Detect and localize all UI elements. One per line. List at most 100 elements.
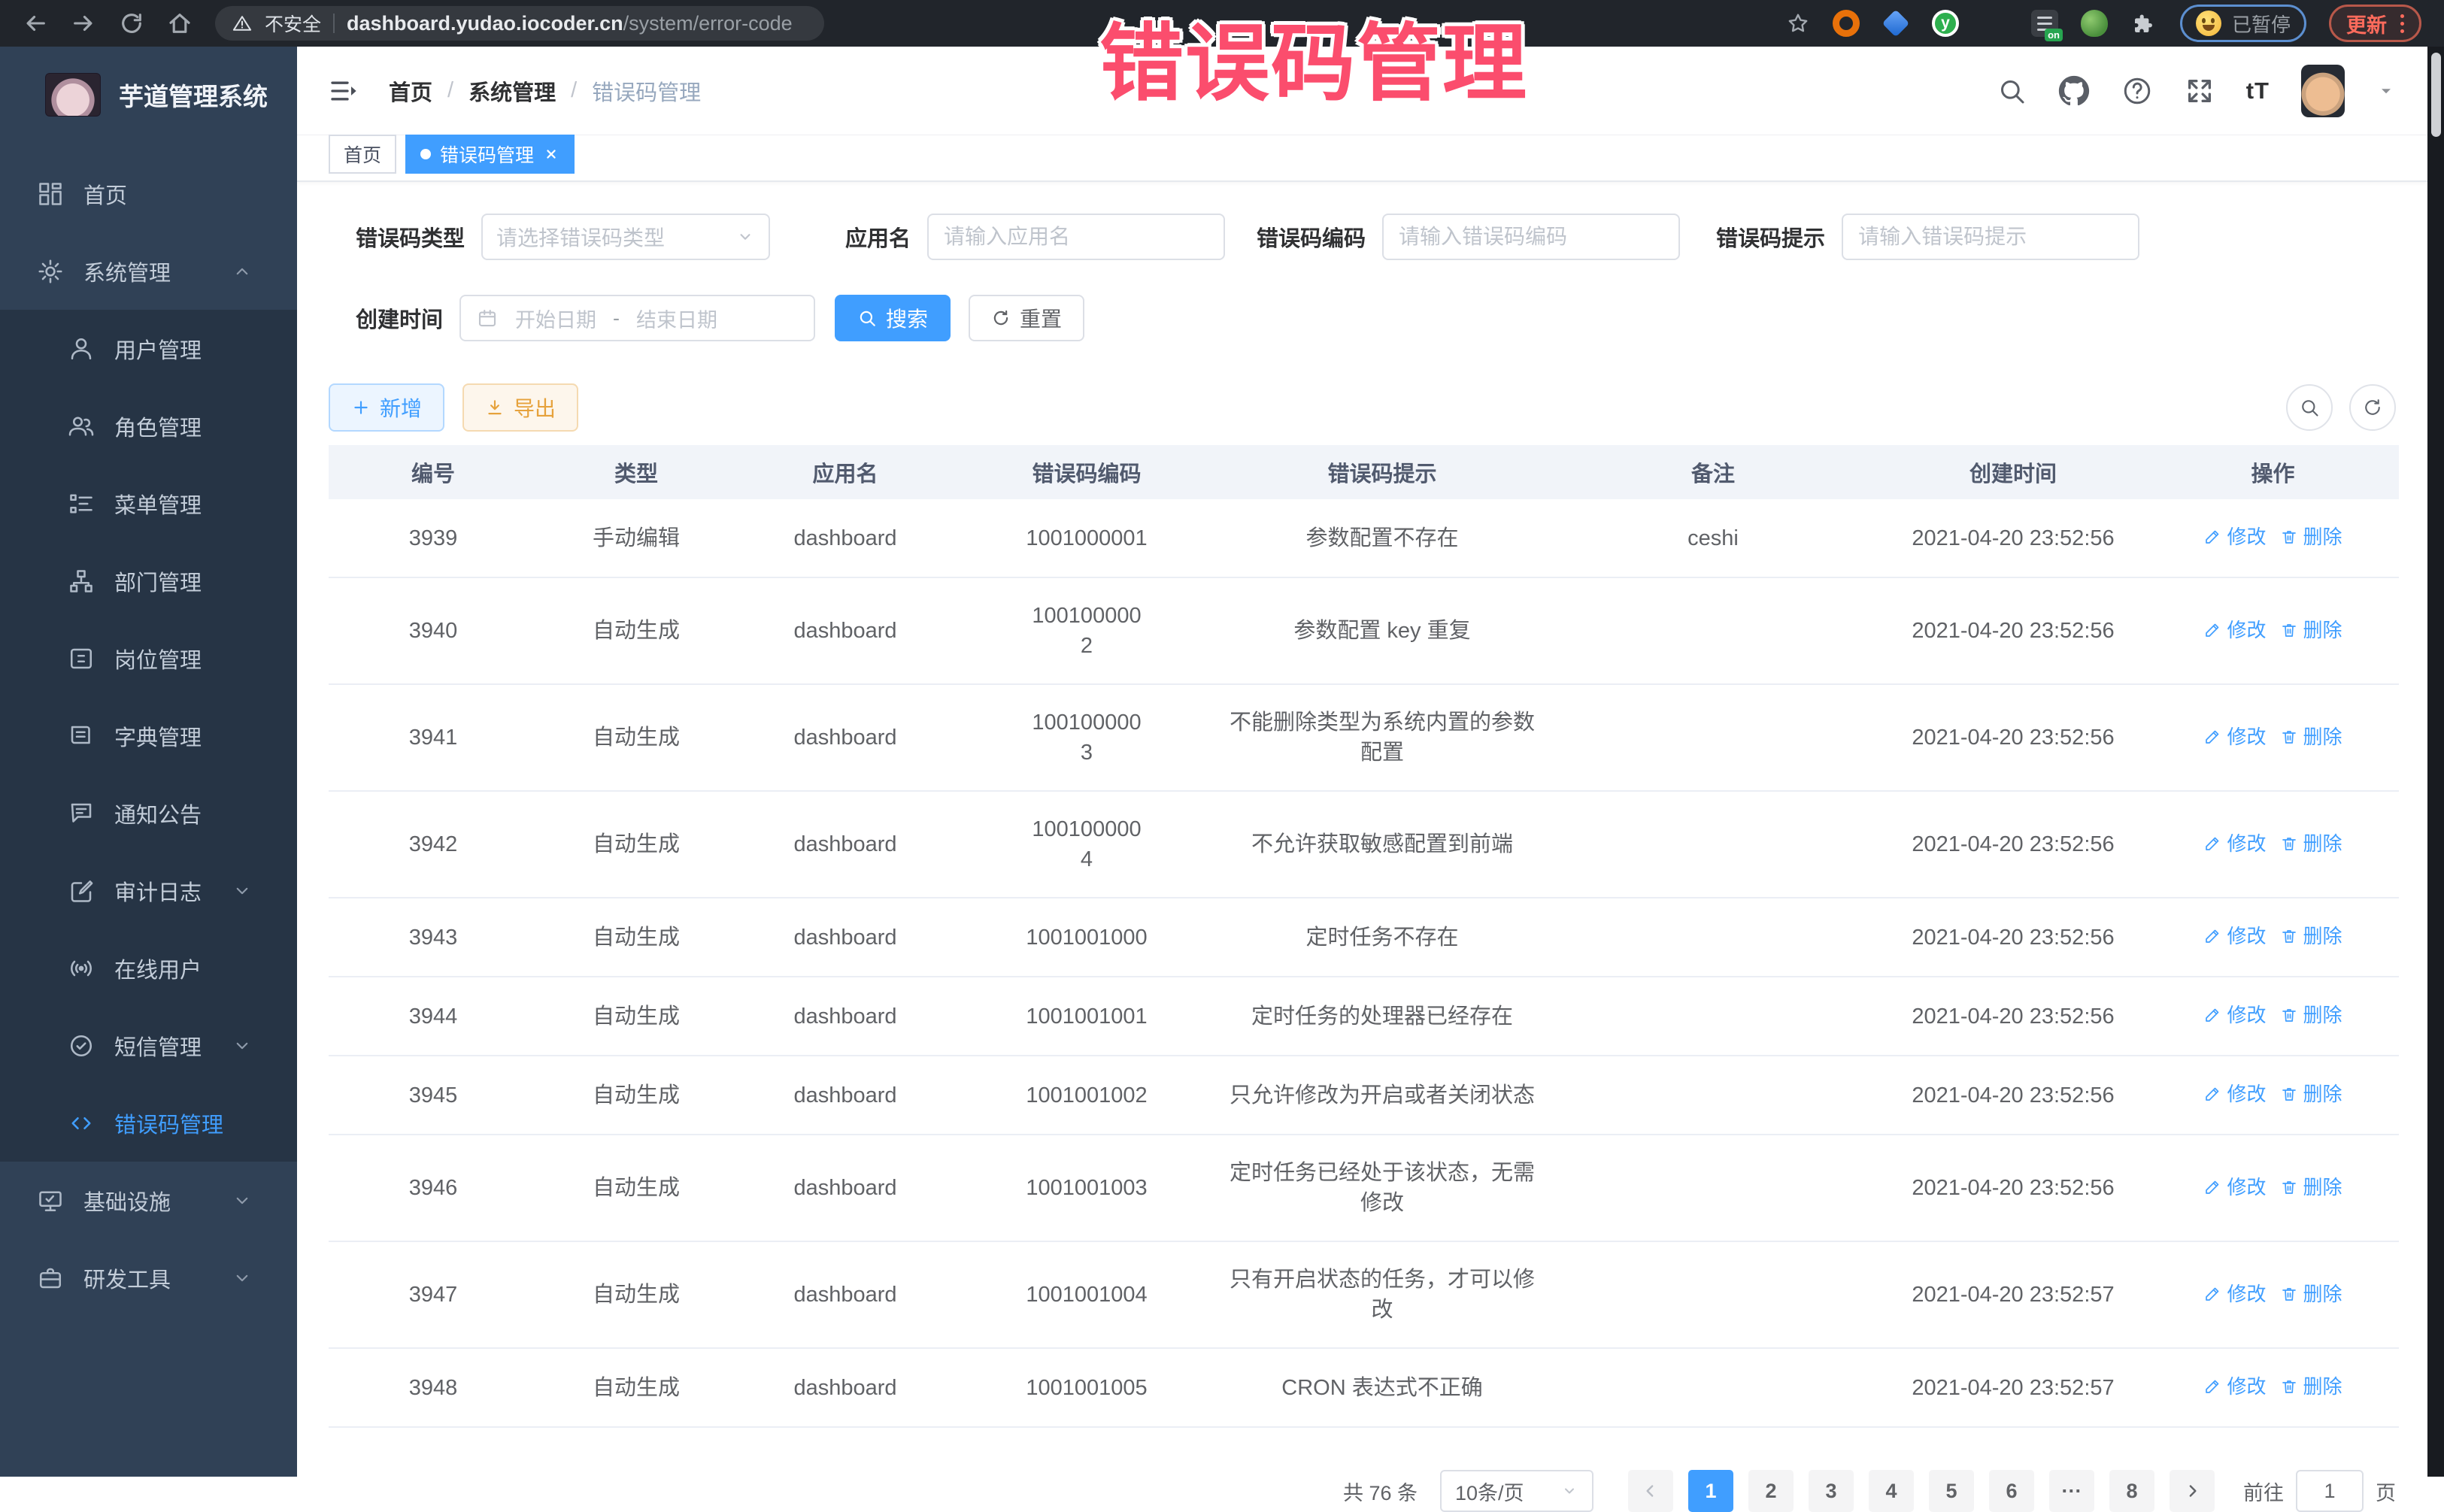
- sidebar-item-post[interactable]: 岗位管理: [0, 620, 297, 697]
- hamburger-icon[interactable]: [329, 76, 359, 106]
- font-size-icon[interactable]: tT: [2246, 77, 2270, 105]
- delete-link[interactable]: 删除: [2280, 615, 2342, 645]
- close-tab-icon[interactable]: [543, 146, 559, 162]
- sidebar-item-error-code[interactable]: 错误码管理: [0, 1084, 297, 1162]
- caret-down-icon[interactable]: [2376, 81, 2396, 101]
- github-icon[interactable]: [2058, 75, 2090, 107]
- page-button-2[interactable]: 2: [1748, 1470, 1794, 1512]
- cell-time: 2021-04-20 23:52:56: [1879, 1135, 2147, 1241]
- edit-link[interactable]: 修改: [2203, 921, 2266, 951]
- breadcrumb-home[interactable]: 首页: [389, 75, 432, 107]
- page-url[interactable]: dashboard.yudao.iocoder.cn/system/error-…: [347, 12, 793, 35]
- sidebar-item-notice[interactable]: 通知公告: [0, 774, 297, 852]
- sidebar-item-dept[interactable]: 部门管理: [0, 542, 297, 620]
- extension-spy-icon[interactable]: [2081, 10, 2108, 37]
- edit-link[interactable]: 修改: [2203, 1079, 2266, 1109]
- page-button-5[interactable]: 5: [1929, 1470, 1974, 1512]
- sidebar-item-online-user[interactable]: 在线用户: [0, 929, 297, 1007]
- page-size-select[interactable]: 10条/页: [1440, 1470, 1593, 1512]
- more-pages-button[interactable]: ···: [2049, 1470, 2094, 1512]
- extension-tampermonkey-icon[interactable]: on: [2031, 10, 2058, 37]
- sidebar-item-user[interactable]: 用户管理: [0, 310, 297, 387]
- sidebar-item-home[interactable]: 首页: [0, 155, 297, 232]
- reload-icon[interactable]: [119, 11, 144, 36]
- security-label[interactable]: 不安全: [265, 10, 321, 37]
- home-icon[interactable]: [167, 11, 193, 36]
- page-button-6[interactable]: 6: [1989, 1470, 2034, 1512]
- page-button-1[interactable]: 1: [1688, 1470, 1733, 1512]
- delete-link[interactable]: 删除: [2280, 1279, 2342, 1309]
- delete-link[interactable]: 删除: [2280, 722, 2342, 752]
- extension-grid-icon[interactable]: [1982, 10, 2009, 37]
- table-refresh-button[interactable]: [2349, 384, 2396, 431]
- trash-icon: [2280, 1006, 2298, 1024]
- error-code-type-select[interactable]: 请选择错误码类型: [481, 214, 770, 260]
- sidebar-item-menu[interactable]: 菜单管理: [0, 465, 297, 542]
- chevron-up-icon: [231, 260, 253, 283]
- sidebar-item-sms[interactable]: 短信管理: [0, 1007, 297, 1084]
- sidebar-item-audit-log[interactable]: 审计日志: [0, 852, 297, 929]
- tab-error-code[interactable]: 错误码管理: [405, 135, 575, 174]
- next-page-button[interactable]: [2170, 1470, 2215, 1512]
- breadcrumb-system[interactable]: 系统管理: [468, 75, 556, 107]
- app-logo-row[interactable]: 芋道管理系统: [0, 47, 297, 143]
- sidebar-item-infra[interactable]: 基础设施: [0, 1162, 297, 1239]
- delete-link[interactable]: 删除: [2280, 1000, 2342, 1030]
- page-button-8[interactable]: 8: [2109, 1470, 2154, 1512]
- sidebar-item-role[interactable]: 角色管理: [0, 387, 297, 465]
- delete-link[interactable]: 删除: [2280, 921, 2342, 951]
- sidebar-item-dict[interactable]: 字典管理: [0, 697, 297, 774]
- forward-icon[interactable]: [71, 11, 96, 36]
- browser-update-button[interactable]: 更新: [2329, 5, 2421, 42]
- column-header: 错误码提示: [1217, 445, 1547, 499]
- page-button-3[interactable]: 3: [1809, 1470, 1854, 1512]
- tab-home[interactable]: 首页: [329, 135, 396, 174]
- cell-id: 3946: [329, 1135, 538, 1241]
- date-range-picker[interactable]: 开始日期 - 结束日期: [459, 295, 815, 341]
- edit-link[interactable]: 修改: [2203, 1371, 2266, 1401]
- sidebar-item-dev-tools[interactable]: 研发工具: [0, 1239, 297, 1317]
- extensions-puzzle-icon[interactable]: [2130, 10, 2157, 37]
- app-name-input[interactable]: [927, 214, 1225, 260]
- extension-y-icon[interactable]: y: [1932, 10, 1959, 37]
- help-icon[interactable]: [2121, 75, 2153, 107]
- error-hint-input[interactable]: [1842, 214, 2139, 260]
- edit-link[interactable]: 修改: [2203, 722, 2266, 752]
- fullscreen-icon[interactable]: [2185, 76, 2215, 106]
- extension-gem-icon[interactable]: [1882, 10, 1909, 37]
- back-icon[interactable]: [23, 11, 48, 36]
- prev-page-button[interactable]: [1628, 1470, 1673, 1512]
- edit-link[interactable]: 修改: [2203, 1172, 2266, 1202]
- sidebar-item-system[interactable]: 系统管理: [0, 232, 297, 310]
- add-button[interactable]: 新增: [329, 383, 444, 432]
- filter-app-label: 应用名: [845, 221, 911, 253]
- edit-link[interactable]: 修改: [2203, 615, 2266, 645]
- delete-link[interactable]: 删除: [2280, 829, 2342, 859]
- search-button[interactable]: 搜索: [835, 295, 951, 341]
- column-header: 应用名: [735, 445, 956, 499]
- reset-button[interactable]: 重置: [969, 295, 1084, 341]
- bookmark-star-icon[interactable]: [1786, 11, 1810, 35]
- extension-orange-icon[interactable]: [1833, 10, 1860, 37]
- address-bar[interactable]: 不安全 dashboard.yudao.iocoder.cn/system/er…: [215, 6, 824, 41]
- delete-link[interactable]: 删除: [2280, 1371, 2342, 1401]
- edit-link[interactable]: 修改: [2203, 829, 2266, 859]
- browser-menu-icon[interactable]: [2400, 14, 2404, 33]
- delete-link[interactable]: 删除: [2280, 1079, 2342, 1109]
- delete-link[interactable]: 删除: [2280, 1172, 2342, 1202]
- page-button-4[interactable]: 4: [1869, 1470, 1914, 1512]
- header-search-icon[interactable]: [1997, 76, 2027, 106]
- user-avatar[interactable]: [2301, 65, 2345, 117]
- scrollbar-thumb[interactable]: [2431, 53, 2441, 137]
- export-button[interactable]: 导出: [462, 383, 578, 432]
- edit-link[interactable]: 修改: [2203, 1279, 2266, 1309]
- edit-link[interactable]: 修改: [2203, 1000, 2266, 1030]
- edit-icon: [2203, 835, 2221, 853]
- edit-link[interactable]: 修改: [2203, 522, 2266, 552]
- total-count: 共 76 条: [1343, 1477, 1418, 1506]
- error-code-input[interactable]: [1382, 214, 1680, 260]
- table-search-button[interactable]: [2286, 384, 2333, 431]
- paused-extension-button[interactable]: 已暂停: [2180, 5, 2306, 42]
- delete-link[interactable]: 删除: [2280, 522, 2342, 552]
- goto-page-input[interactable]: [2296, 1470, 2364, 1512]
